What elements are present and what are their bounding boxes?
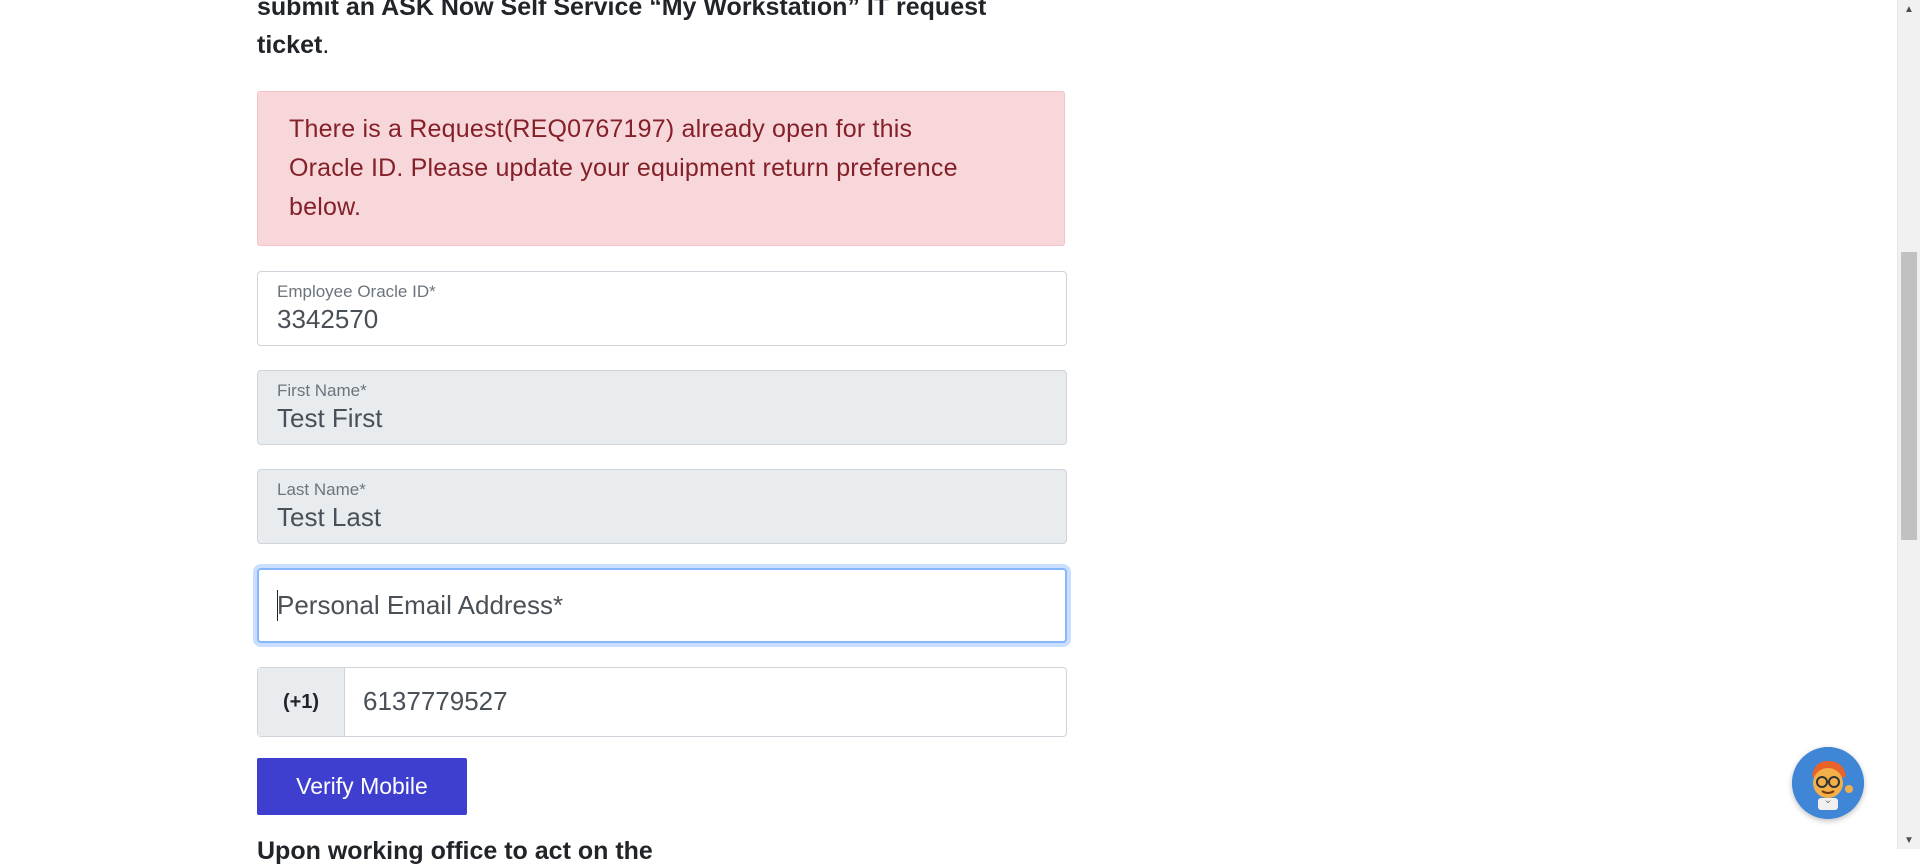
scrollbar-thumb[interactable] [1901, 252, 1917, 540]
intro-line-1: submit an ASK Now Self Service “My Works… [257, 0, 987, 21]
last-name-value: Test Last [277, 502, 382, 532]
cut-off-heading: Upon working office to act on the [257, 837, 653, 865]
country-code-prefix: (+1) [258, 668, 345, 736]
oracle-id-field[interactable]: Employee Oracle ID* 3342570 [257, 271, 1067, 346]
intro-line-2-text: ticket [257, 31, 323, 59]
triangle-up-icon[interactable]: ▲ [1898, 0, 1920, 18]
alert-message: There is a Request(REQ0767197) already o… [289, 115, 958, 221]
text-caret [277, 590, 278, 621]
first-name-value: Test First [277, 403, 383, 433]
mobile-phone-field[interactable]: (+1) 6137779527 [257, 667, 1067, 737]
last-name-field: Last Name* Test Last [257, 469, 1067, 544]
existing-request-alert: There is a Request(REQ0767197) already o… [257, 91, 1065, 246]
verify-mobile-button[interactable]: Verify Mobile [257, 758, 467, 815]
first-name-field: First Name* Test First [257, 370, 1067, 445]
vertical-scrollbar[interactable]: ▲ ▼ [1897, 0, 1920, 849]
last-name-label: Last Name* [277, 480, 366, 499]
oracle-id-label: Employee Oracle ID* [277, 282, 436, 301]
chatbot-avatar-icon [1792, 747, 1864, 819]
oracle-id-value[interactable]: 3342570 [277, 304, 378, 335]
mobile-number-value[interactable]: 6137779527 [363, 686, 508, 717]
chatbot-launcher[interactable] [1792, 747, 1864, 819]
personal-email-input[interactable]: Personal Email Address* [257, 568, 1067, 643]
intro-text: submit an ASK Now Self Service “My Works… [257, 0, 1067, 64]
first-name-label: First Name* [277, 381, 367, 400]
email-placeholder: Personal Email Address* [277, 590, 564, 620]
triangle-down-icon[interactable]: ▼ [1898, 831, 1920, 849]
intro-line-2-punct: . [322, 31, 330, 59]
intro-line-2: ticket. [257, 26, 1067, 64]
